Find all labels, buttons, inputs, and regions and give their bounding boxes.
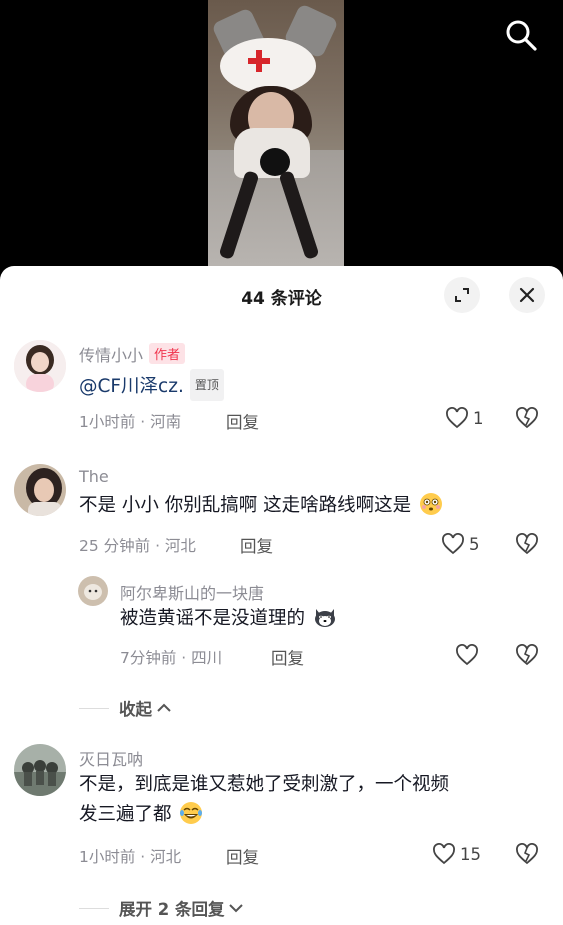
chevron-down-icon (229, 904, 244, 913)
like-count: 1 (473, 408, 484, 428)
reply-button[interactable]: 回复 (240, 533, 273, 557)
close-icon (519, 287, 535, 303)
commenter-name[interactable]: The (79, 467, 109, 486)
search-icon (506, 20, 537, 51)
commenter-name[interactable]: 灭日瓦呐 (79, 746, 143, 770)
expand-label: 展开 2 条回复 (119, 900, 225, 919)
reply-button[interactable]: 回复 (226, 409, 259, 433)
avatar[interactable] (14, 744, 66, 796)
comments-sheet: 44 条评论 传情小小 作者 @CF川泽cz. 置顶 1小时前 · 河南 回复 … (0, 266, 563, 925)
comment-meta: 7分钟前 · 四川 (120, 649, 223, 667)
comment-text: 被造黄谣不是没道理的 (120, 608, 306, 629)
expand-button[interactable] (444, 277, 480, 313)
sheet-header: 44 条评论 (0, 266, 563, 326)
author-badge: 作者 (149, 343, 186, 364)
search-button[interactable] (502, 16, 540, 54)
avatar[interactable] (14, 464, 66, 516)
mention-link[interactable]: @CF川泽cz. (79, 376, 184, 397)
dislike-button[interactable] (514, 407, 540, 433)
comment-text: 不是 小小 你别乱搞啊 这走啥路线啊这是 (79, 495, 412, 516)
comment-item: 灭日瓦呐 不是，到底是谁又惹她了受刺激了，一个视频 发三遍了都 1小时前 · 河… (0, 744, 563, 874)
avatar[interactable] (78, 576, 108, 606)
husky-face-icon (314, 609, 335, 627)
video-player[interactable] (0, 0, 563, 266)
reply-item: 阿尔卑斯山的一块唐 被造黄谣不是没道理的 7分钟前 · 四川 回复 (0, 574, 563, 674)
comment-item: The 不是 小小 你别乱搞啊 这走啥路线啊这是 25 分钟前 · 河北 回复 … (0, 464, 563, 564)
commenter-name[interactable]: 传情小小 (79, 346, 143, 365)
dislike-heart-icon (516, 407, 538, 429)
like-button[interactable] (455, 644, 483, 666)
dislike-heart-icon (516, 533, 538, 555)
comment-meta: 1小时前 · 河北 (79, 848, 182, 866)
heart-icon (446, 407, 468, 429)
comment-meta: 1小时前 · 河南 (79, 413, 182, 431)
heart-icon (442, 533, 464, 555)
heart-icon (433, 843, 455, 865)
dislike-button[interactable] (514, 843, 540, 869)
like-button[interactable]: 5 (441, 533, 480, 555)
comment-item: 传情小小 作者 @CF川泽cz. 置顶 1小时前 · 河南 回复 1 (0, 338, 563, 438)
collapse-replies-button[interactable]: 收起 (79, 696, 172, 720)
dislike-button[interactable] (514, 644, 540, 670)
flushed-face-icon (420, 493, 443, 515)
expand-icon (455, 288, 469, 302)
dislike-heart-icon (516, 843, 538, 865)
commenter-name[interactable]: 阿尔卑斯山的一块唐 (120, 580, 264, 604)
comment-text: 不是，到底是谁又惹她了受刺激了，一个视频 (79, 774, 450, 795)
reply-button[interactable]: 回复 (226, 844, 259, 868)
heart-icon (456, 644, 478, 666)
avatar[interactable] (14, 340, 66, 392)
collapse-label: 收起 (119, 700, 152, 719)
crying-laughing-face-icon (180, 802, 203, 824)
close-button[interactable] (509, 277, 545, 313)
like-button[interactable]: 15 (432, 843, 481, 865)
dislike-button[interactable] (514, 533, 540, 559)
comment-meta: 25 分钟前 · 河北 (79, 537, 196, 555)
video-thumbnail[interactable] (208, 0, 344, 266)
reply-button[interactable]: 回复 (271, 645, 304, 669)
comment-text-line2: 发三遍了都 (79, 804, 172, 825)
expand-replies-button[interactable]: 展开 2 条回复 (79, 896, 244, 920)
dislike-heart-icon (516, 644, 538, 666)
like-count: 5 (469, 534, 480, 554)
chevron-up-icon (157, 703, 171, 712)
like-count: 15 (460, 844, 481, 864)
like-button[interactable]: 1 (445, 407, 484, 429)
pinned-badge: 置顶 (189, 369, 224, 401)
